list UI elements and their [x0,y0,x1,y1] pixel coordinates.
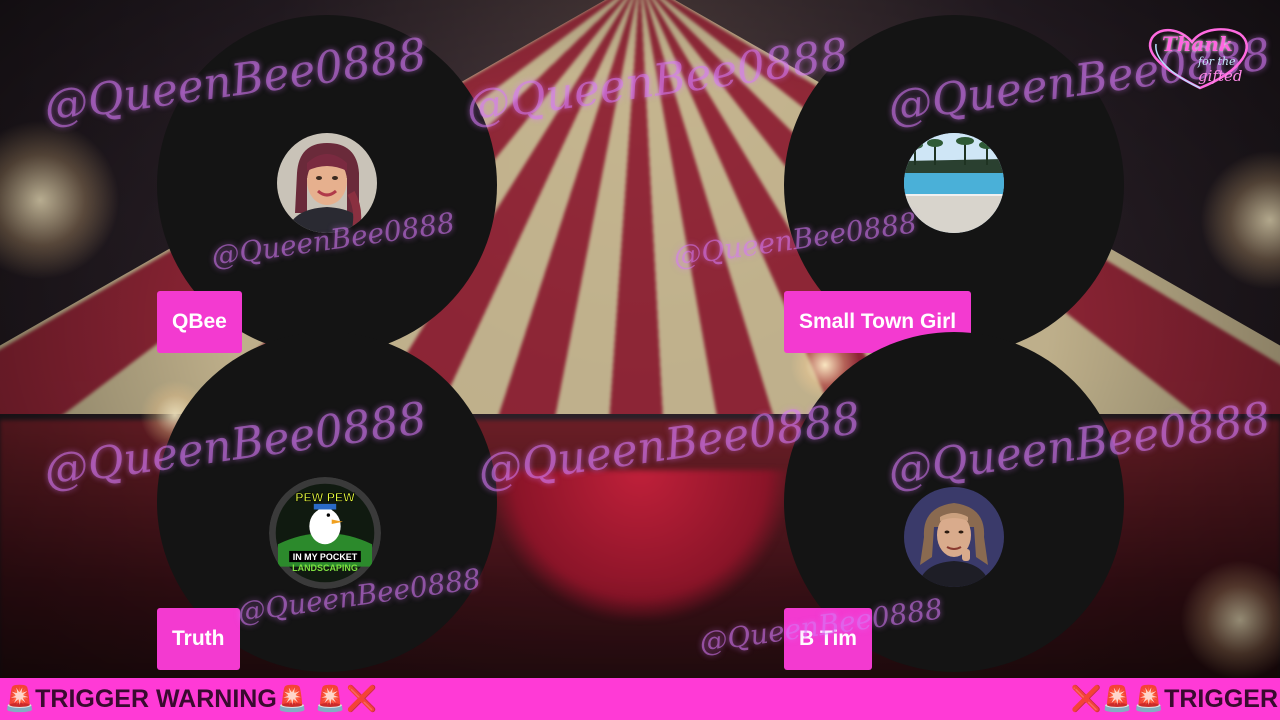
logo-title: Thank [1162,32,1233,56]
avatar[interactable] [904,487,1004,587]
logo-subtitle: for the gifted [1198,56,1243,85]
man-portrait-avatar [904,487,1004,587]
logo-middle-text: IN MY POCKET [293,552,358,562]
speaker-tile[interactable]: QBee [157,15,497,355]
avatar[interactable] [904,133,1004,233]
avatar[interactable]: PEW PEW IN MY POCKET LANDSCAPING [269,477,381,589]
thank-for-the-gifted-logo: Thank for the gifted [1140,24,1260,94]
avatar[interactable] [277,133,377,233]
woman-portrait-avatar [277,133,377,233]
duck-landscaping-logo-avatar: PEW PEW IN MY POCKET LANDSCAPING [269,477,381,589]
pool-scene-avatar [904,133,1004,233]
logo-bottom-text: LANDSCAPING [292,563,358,573]
speaker-tile[interactable]: Small Town Girl [784,15,1124,355]
ticker-text-right: ❌🚨🚨TRIGGER [1070,685,1278,713]
speaker-name-label: B Tim [784,608,872,670]
logo-sub-line: gifted [1198,67,1243,85]
speaker-tile[interactable]: B Tim [784,332,1124,672]
ticker-text-left: 🚨TRIGGER WARNING🚨 🚨❌ [4,685,378,713]
trigger-warning-ticker: 🚨TRIGGER WARNING🚨 🚨❌ ❌🚨🚨TRIGGER [0,678,1280,720]
speaker-tile[interactable]: PEW PEW IN MY POCKET LANDSCAPING Truth [157,332,497,672]
stage-room: QBee Small Town Girl PEW PEW IN MY POCKE… [0,0,1280,720]
speaker-name-label: Truth [157,608,240,670]
logo-top-text: PEW PEW [295,491,355,505]
